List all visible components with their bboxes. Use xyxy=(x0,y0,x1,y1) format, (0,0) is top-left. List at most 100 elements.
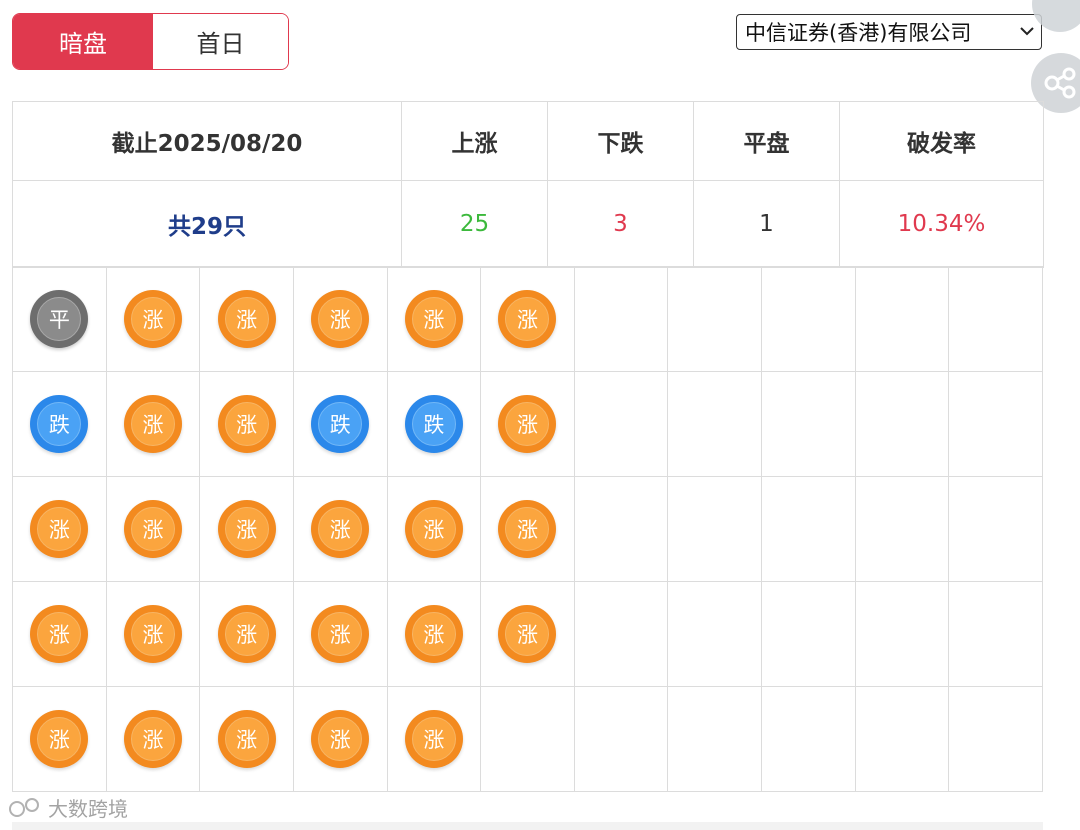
coin-up-icon[interactable]: 涨 xyxy=(404,710,463,768)
grid-cell xyxy=(573,581,669,687)
break-rate-value: 10.34% xyxy=(839,180,1044,268)
grid-cell: 涨 xyxy=(292,476,388,582)
up-count: 25 xyxy=(401,180,548,268)
coin-up-icon[interactable]: 涨 xyxy=(217,605,276,663)
summary-table: 截止2025/08/20 上涨 下跌 平盘 破发率 共29只 25 3 1 10… xyxy=(12,101,1044,268)
grid-cell xyxy=(667,686,762,792)
coin-label: 跌 xyxy=(318,402,363,446)
coin-label: 涨 xyxy=(224,297,269,341)
coin-up-icon[interactable]: 涨 xyxy=(404,500,463,558)
tab-dark-market[interactable]: 暗盘 xyxy=(13,14,153,69)
coin-up-icon[interactable]: 涨 xyxy=(123,395,182,453)
grid-cell: 涨 xyxy=(199,476,294,582)
coin-label: 涨 xyxy=(318,612,363,656)
grid-cell: 涨 xyxy=(480,266,575,372)
coin-up-icon[interactable]: 涨 xyxy=(123,605,182,663)
coin-up-icon[interactable]: 涨 xyxy=(498,395,557,453)
coin-up-icon[interactable]: 涨 xyxy=(498,500,557,558)
coin-up-icon[interactable]: 涨 xyxy=(311,710,370,768)
coin-label: 涨 xyxy=(224,507,269,551)
coin-up-icon[interactable]: 涨 xyxy=(123,710,182,768)
share-glyph-icon xyxy=(1044,67,1076,99)
coin-label: 涨 xyxy=(130,612,175,656)
grid-cell: 涨 xyxy=(292,581,388,687)
coin-label: 涨 xyxy=(37,507,82,551)
coin-down-icon[interactable]: 跌 xyxy=(404,395,463,453)
coin-up-icon[interactable]: 涨 xyxy=(404,605,463,663)
coin-label: 涨 xyxy=(505,402,550,446)
grid-cell xyxy=(573,476,669,582)
grid-cell xyxy=(667,581,762,687)
grid-cell xyxy=(854,476,950,582)
grid-row: 涨涨涨涨涨涨 xyxy=(12,476,1043,582)
grid-cell: 涨 xyxy=(105,581,201,687)
grid-cell xyxy=(948,686,1043,792)
coin-label: 涨 xyxy=(318,717,363,761)
grid-row: 涨涨涨涨涨涨 xyxy=(12,581,1043,687)
coin-label: 涨 xyxy=(505,612,550,656)
coin-flat-icon[interactable]: 平 xyxy=(30,290,89,348)
watermark: 大数跨境 xyxy=(8,793,128,822)
grid-cell: 跌 xyxy=(12,371,107,477)
grid-cell: 涨 xyxy=(292,266,388,372)
broker-select-value: 中信证券(香港)有限公司 xyxy=(745,21,972,45)
coin-label: 涨 xyxy=(224,612,269,656)
coin-down-icon[interactable]: 跌 xyxy=(30,395,89,453)
grid-cell: 涨 xyxy=(199,371,294,477)
coin-label: 涨 xyxy=(411,297,456,341)
bottom-bar xyxy=(12,822,1043,830)
grid-cell xyxy=(761,266,856,372)
grid-cell: 涨 xyxy=(105,371,201,477)
coin-up-icon[interactable]: 涨 xyxy=(404,290,463,348)
total-count: 共29只 xyxy=(12,180,402,268)
coin-up-icon[interactable]: 涨 xyxy=(123,500,182,558)
coin-down-icon[interactable]: 跌 xyxy=(311,395,370,453)
grid-cell xyxy=(761,371,856,477)
grid-cell: 涨 xyxy=(386,266,482,372)
coin-label: 涨 xyxy=(318,297,363,341)
coin-up-icon[interactable]: 涨 xyxy=(311,290,370,348)
coin-up-icon[interactable]: 涨 xyxy=(30,710,89,768)
coin-up-icon[interactable]: 涨 xyxy=(498,605,557,663)
grid-cell xyxy=(948,371,1043,477)
coin-label: 涨 xyxy=(37,612,82,656)
grid-cell: 跌 xyxy=(292,371,388,477)
grid-cell xyxy=(948,476,1043,582)
grid-cell xyxy=(761,686,856,792)
grid-cell xyxy=(667,476,762,582)
grid-cell xyxy=(573,686,669,792)
coin-up-icon[interactable]: 涨 xyxy=(217,500,276,558)
grid-cell: 平 xyxy=(12,266,107,372)
grid-cell: 涨 xyxy=(199,266,294,372)
grid-cell: 涨 xyxy=(12,581,107,687)
coin-label: 涨 xyxy=(411,717,456,761)
grid-cell xyxy=(948,581,1043,687)
coin-label: 跌 xyxy=(411,402,456,446)
coin-up-icon[interactable]: 涨 xyxy=(30,605,89,663)
coin-label: 涨 xyxy=(130,402,175,446)
coin-up-icon[interactable]: 涨 xyxy=(123,290,182,348)
grid-cell: 涨 xyxy=(386,476,482,582)
coin-up-icon[interactable]: 涨 xyxy=(217,290,276,348)
grid-cell: 涨 xyxy=(12,476,107,582)
grid-cell: 涨 xyxy=(386,686,482,792)
coin-up-icon[interactable]: 涨 xyxy=(311,500,370,558)
coin-up-icon[interactable]: 涨 xyxy=(217,395,276,453)
coin-up-icon[interactable]: 涨 xyxy=(30,500,89,558)
grid-cell: 涨 xyxy=(199,581,294,687)
grid-cell xyxy=(854,581,950,687)
grid-cell: 跌 xyxy=(386,371,482,477)
broker-select[interactable]: 中信证券(香港)有限公司 xyxy=(736,14,1042,50)
tab-first-day[interactable]: 首日 xyxy=(153,14,288,69)
coin-up-icon[interactable]: 涨 xyxy=(311,605,370,663)
down-count: 3 xyxy=(547,180,694,268)
coin-label: 涨 xyxy=(411,507,456,551)
coin-label: 涨 xyxy=(130,297,175,341)
grid-row: 跌涨涨跌跌涨 xyxy=(12,371,1043,477)
coin-up-icon[interactable]: 涨 xyxy=(498,290,557,348)
coin-label: 涨 xyxy=(130,717,175,761)
grid-cell xyxy=(761,476,856,582)
coin-label: 涨 xyxy=(37,717,82,761)
coin-up-icon[interactable]: 涨 xyxy=(217,710,276,768)
grid-cell xyxy=(667,371,762,477)
